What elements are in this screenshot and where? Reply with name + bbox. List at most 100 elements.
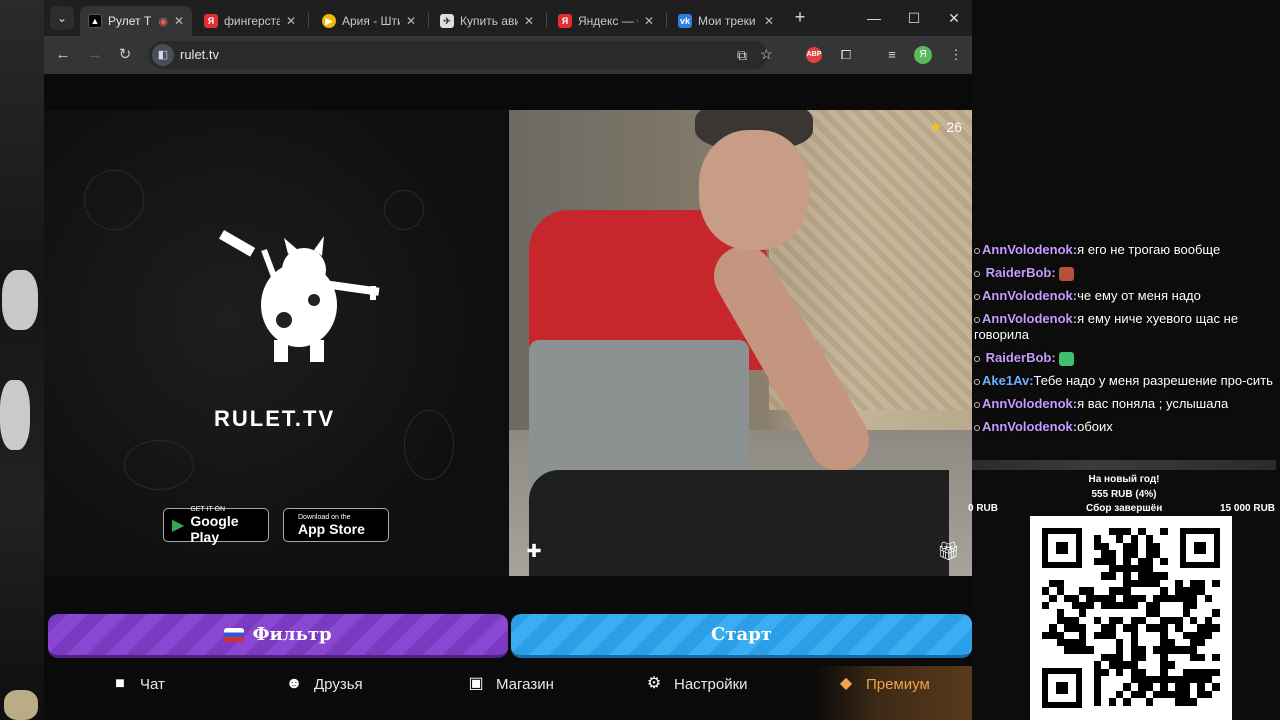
forward-button[interactable]: →: [84, 44, 106, 66]
qr-module: [1190, 594, 1198, 602]
back-button[interactable]: ←: [52, 44, 74, 66]
app-store-button[interactable]: Download on the App Store: [283, 508, 389, 542]
qr-module: [1204, 668, 1213, 676]
nav-chat[interactable]: ■ Чат: [110, 666, 165, 702]
nav-premium[interactable]: ◆ Премиум: [836, 666, 930, 702]
qr-module: [1130, 579, 1139, 588]
menu-icon[interactable]: ⋮: [946, 45, 966, 65]
qr-module: [1138, 668, 1146, 676]
vk-icon: vk: [678, 14, 692, 28]
qr-module: [1175, 646, 1183, 654]
close-window-button[interactable]: ✕: [934, 0, 974, 36]
gift-icon[interactable]: 🎁︎: [937, 540, 960, 562]
qr-module: [1190, 698, 1198, 706]
close-icon[interactable]: ✕: [524, 14, 534, 28]
qr-module: [1153, 572, 1161, 580]
qr-module: [1182, 631, 1190, 639]
new-tab-button[interactable]: +: [788, 7, 812, 29]
qr-module: [1145, 542, 1153, 551]
nav-settings[interactable]: ⚙ Настройки: [644, 666, 748, 702]
donation-goal-title: На новый год!: [1088, 474, 1160, 485]
tab-search-button[interactable]: ⌄: [50, 6, 74, 30]
chat-message: RaiderBob:: [974, 350, 1278, 366]
qr-module: [1145, 624, 1153, 632]
qr-module: [1160, 668, 1168, 676]
maximize-button[interactable]: ☐: [894, 0, 934, 36]
qr-module: [1130, 535, 1139, 543]
qr-module: [1056, 631, 1065, 639]
qr-module: [1167, 646, 1176, 654]
qr-module: [1182, 683, 1190, 691]
qr-module: [1108, 602, 1116, 610]
tab-rulet[interactable]: ▲ Рулет ТВ ◉ ✕: [80, 6, 192, 36]
decor: [84, 170, 144, 230]
adblock-icon[interactable]: ABP: [806, 47, 822, 63]
qr-module: [1049, 594, 1057, 602]
close-icon[interactable]: ✕: [406, 14, 416, 28]
close-icon[interactable]: ✕: [174, 14, 184, 28]
nav-friends[interactable]: ☻ Друзья: [284, 666, 363, 702]
gamepad-icon[interactable]: ✚: [523, 540, 545, 562]
browser-window: ⌄ ▲ Рулет ТВ ◉ ✕ Я фингерстайл ✕ ▶ Ария …: [44, 0, 972, 720]
qr-module: [1138, 579, 1146, 588]
browser-toolbar: ← → ↻ ◧ rulet.tv ⧉ ☆ ABP ⧠ ≡ Я ⋮: [44, 36, 972, 74]
nav-shop[interactable]: ▣ Магазин: [466, 666, 553, 702]
qr-module: [1138, 594, 1146, 602]
qr-module: [1160, 572, 1168, 580]
bookmark-star-icon[interactable]: ☆: [760, 44, 773, 64]
emote-icon: [1059, 351, 1075, 366]
media-control-icon[interactable]: ≡: [882, 45, 902, 65]
qr-module: [1108, 616, 1116, 625]
qr-module: [1130, 594, 1139, 602]
install-app-icon[interactable]: ⧉: [732, 45, 752, 65]
app-store-big: App Store: [298, 520, 365, 537]
qr-module: [1138, 690, 1146, 699]
qr-module: [1123, 572, 1131, 580]
qr-module: [1160, 594, 1168, 602]
profile-avatar[interactable]: Я: [914, 46, 932, 64]
qr-module: [1079, 587, 1087, 595]
qr-module: [1153, 602, 1161, 610]
qr-module: [1071, 616, 1079, 625]
qr-module: [1153, 646, 1161, 654]
tab-aviasales[interactable]: ✈ Купить ави ✕: [432, 6, 542, 36]
qr-module: [1079, 609, 1087, 617]
minimize-button[interactable]: —: [854, 0, 894, 36]
close-icon[interactable]: ✕: [764, 14, 774, 28]
chat-message: RaiderBob:: [974, 265, 1278, 281]
close-icon[interactable]: ✕: [644, 14, 654, 28]
tab-vk-tracks[interactable]: vk Мои треки ✕: [670, 6, 782, 36]
qr-module: [1123, 557, 1131, 565]
close-icon[interactable]: ✕: [286, 14, 296, 28]
qr-module: [1108, 565, 1116, 573]
qr-module: [1108, 653, 1116, 662]
address-bar[interactable]: ◧ rulet.tv ⧉ ☆: [148, 41, 773, 69]
reload-button[interactable]: ↻: [114, 44, 136, 66]
site-info-icon[interactable]: ◧: [152, 44, 174, 66]
qr-module: [1153, 579, 1161, 588]
bullet-icon: [974, 378, 980, 385]
qr-module: [1108, 550, 1116, 558]
qr-module: [1130, 668, 1139, 676]
chat-nick: AnnVolodenok:: [982, 242, 1078, 257]
qr-module: [1093, 668, 1102, 676]
qr-module: [1101, 557, 1109, 565]
filter-label: Фильтр: [252, 624, 332, 645]
google-play-button[interactable]: ▶ GET IT ON Google Play: [163, 506, 269, 545]
extensions-icon[interactable]: ⧠: [836, 45, 856, 65]
qr-module: [1056, 587, 1065, 595]
tab-yandex[interactable]: Я Яндекс — б ✕: [550, 6, 662, 36]
qr-module: [1071, 594, 1079, 602]
start-button[interactable]: Старт: [511, 614, 972, 658]
qr-module: [1197, 676, 1205, 684]
qr-module: [1182, 698, 1190, 706]
chat-text: я вас поняла ; услышала: [1077, 396, 1229, 411]
qr-module: [1138, 565, 1146, 573]
stream-overlay: AnnVolodenok:я его не трогаю вообще Raid…: [968, 0, 1280, 720]
filter-button[interactable]: Фильтр: [48, 614, 508, 658]
bullet-icon: [974, 247, 980, 254]
qr-module: [1190, 616, 1198, 625]
qr-module: [1108, 661, 1116, 669]
tab-aria[interactable]: ▶ Ария - Шти ✕: [314, 6, 424, 36]
tab-fingerstyle[interactable]: Я фингерстайл ✕: [196, 6, 304, 36]
